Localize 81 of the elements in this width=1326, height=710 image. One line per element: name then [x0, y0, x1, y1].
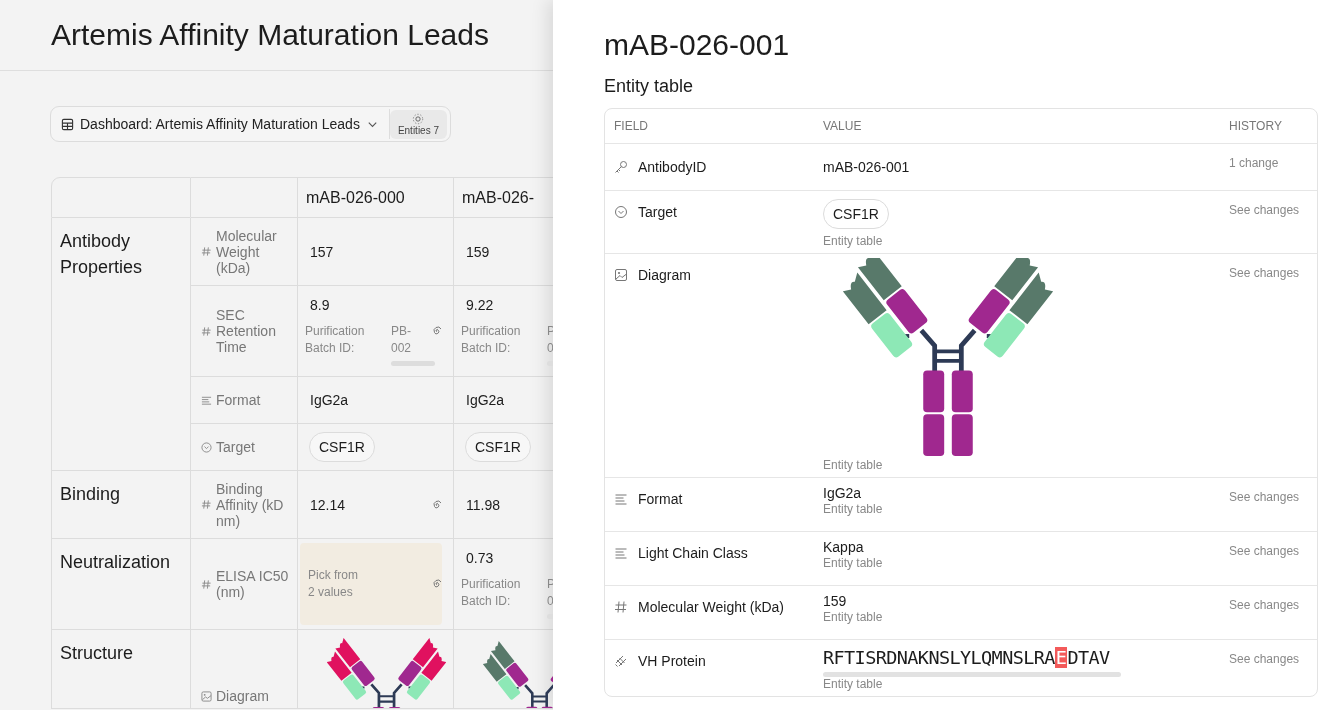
- panel-subtitle: Entity table: [604, 76, 695, 97]
- chevron-circle-icon: [201, 441, 212, 453]
- group-label: Neutralization: [60, 552, 171, 572]
- target-tag: CSF1R: [465, 432, 531, 462]
- lines-icon: [614, 546, 628, 560]
- group-label: Binding: [60, 484, 121, 504]
- field-value: IgG2a: [823, 485, 863, 502]
- cell-value: 157: [309, 243, 334, 260]
- history-link[interactable]: See changes: [1229, 532, 1300, 558]
- cell-value: 12.14: [309, 496, 346, 513]
- table-icon: [61, 117, 74, 131]
- cell-value: IgG2a: [465, 392, 505, 408]
- hash-icon: [201, 325, 212, 337]
- field-label: Molecular Weight (kDa): [638, 599, 784, 615]
- entities-button[interactable]: Entities 7: [389, 109, 448, 139]
- image-icon: [614, 268, 628, 282]
- history-link[interactable]: 1 change: [1229, 144, 1279, 170]
- field-label: SEC Retention Time: [216, 307, 277, 355]
- field-label: ELISA IC50 (nm): [216, 568, 289, 600]
- field-label: Format: [638, 491, 683, 507]
- spiral-icon[interactable]: [431, 498, 443, 511]
- helix-icon: [614, 654, 628, 668]
- column-header: VALUE: [822, 119, 863, 133]
- scrollbar[interactable]: [823, 672, 1121, 677]
- field-value: Kappa: [823, 539, 865, 556]
- image-icon: [201, 690, 212, 702]
- cell-value: 0.73: [465, 549, 495, 566]
- sparkle-icon: [412, 112, 425, 125]
- cell-value: 9.22: [465, 296, 495, 313]
- source-label: Entity table: [823, 556, 884, 570]
- group-label: Antibody Properties: [60, 231, 143, 277]
- field-label: Target: [638, 204, 677, 220]
- hash-icon: [201, 499, 212, 510]
- source-label: Entity table: [823, 677, 884, 691]
- hash-icon: [201, 246, 212, 257]
- source-label: Entity table: [823, 458, 884, 472]
- dashboard-dropdown[interactable]: Dashboard: Artemis Affinity Maturation Leads: [51, 109, 390, 139]
- field-label: VH Protein: [638, 653, 706, 669]
- spiral-icon[interactable]: [431, 578, 443, 590]
- column-header: FIELD: [613, 119, 649, 133]
- field-label: Light Chain Class: [638, 545, 748, 561]
- hash-icon: [201, 578, 212, 590]
- history-link[interactable]: See changes: [1229, 586, 1300, 612]
- cell-value: IgG2a: [309, 392, 349, 408]
- field-label: Molecular Weight (kDa): [216, 227, 278, 276]
- history-link[interactable]: See changes: [1229, 640, 1300, 666]
- history-link[interactable]: See changes: [1229, 254, 1300, 280]
- target-tag: CSF1R: [309, 432, 375, 462]
- field-value: mAB-026-001: [823, 159, 911, 176]
- cell-value: 11.98: [465, 496, 500, 513]
- field-value: 159: [823, 593, 848, 610]
- field-label: Binding Affinity (kD nm): [216, 480, 285, 529]
- key-icon: [614, 160, 628, 174]
- cell-value: 159: [465, 243, 490, 260]
- target-tag: CSF1R: [823, 199, 889, 229]
- field-label: Format: [216, 392, 261, 408]
- pick-value-cell[interactable]: Pick from 2 values: [300, 543, 442, 625]
- history-link[interactable]: See changes: [1229, 191, 1300, 217]
- column-header: HISTORY: [1228, 119, 1283, 133]
- spiral-icon[interactable]: [431, 325, 443, 337]
- column-header: mAB-026-000: [298, 177, 454, 218]
- field-label: Diagram: [638, 267, 691, 283]
- batch-label: Purification Batch ID:: [305, 322, 366, 357]
- protein-sequence: RFTISRDNAKNSLYLQMNSLRAEDTAV: [823, 647, 1110, 668]
- field-label: Target: [216, 439, 255, 455]
- batch-label: Purification Batch ID:: [461, 322, 522, 357]
- history-link[interactable]: See changes: [1229, 478, 1300, 504]
- hash-icon: [614, 600, 628, 614]
- lines-icon: [614, 492, 628, 506]
- batch-label: Purification Batch ID:: [461, 575, 522, 610]
- source-label: Entity table: [823, 610, 884, 624]
- group-label: Structure: [60, 643, 134, 663]
- chevron-circle-icon: [614, 205, 628, 219]
- source-label: Entity table: [823, 502, 884, 516]
- cell-value: 8.9: [309, 296, 331, 313]
- batch-id: PB- 002: [391, 322, 413, 357]
- panel-title: mAB-026-001: [604, 28, 791, 62]
- lines-icon: [201, 394, 212, 406]
- source-label: Entity table: [823, 234, 884, 248]
- field-label: AntibodyID: [638, 159, 707, 175]
- field-label: Diagram: [216, 688, 269, 704]
